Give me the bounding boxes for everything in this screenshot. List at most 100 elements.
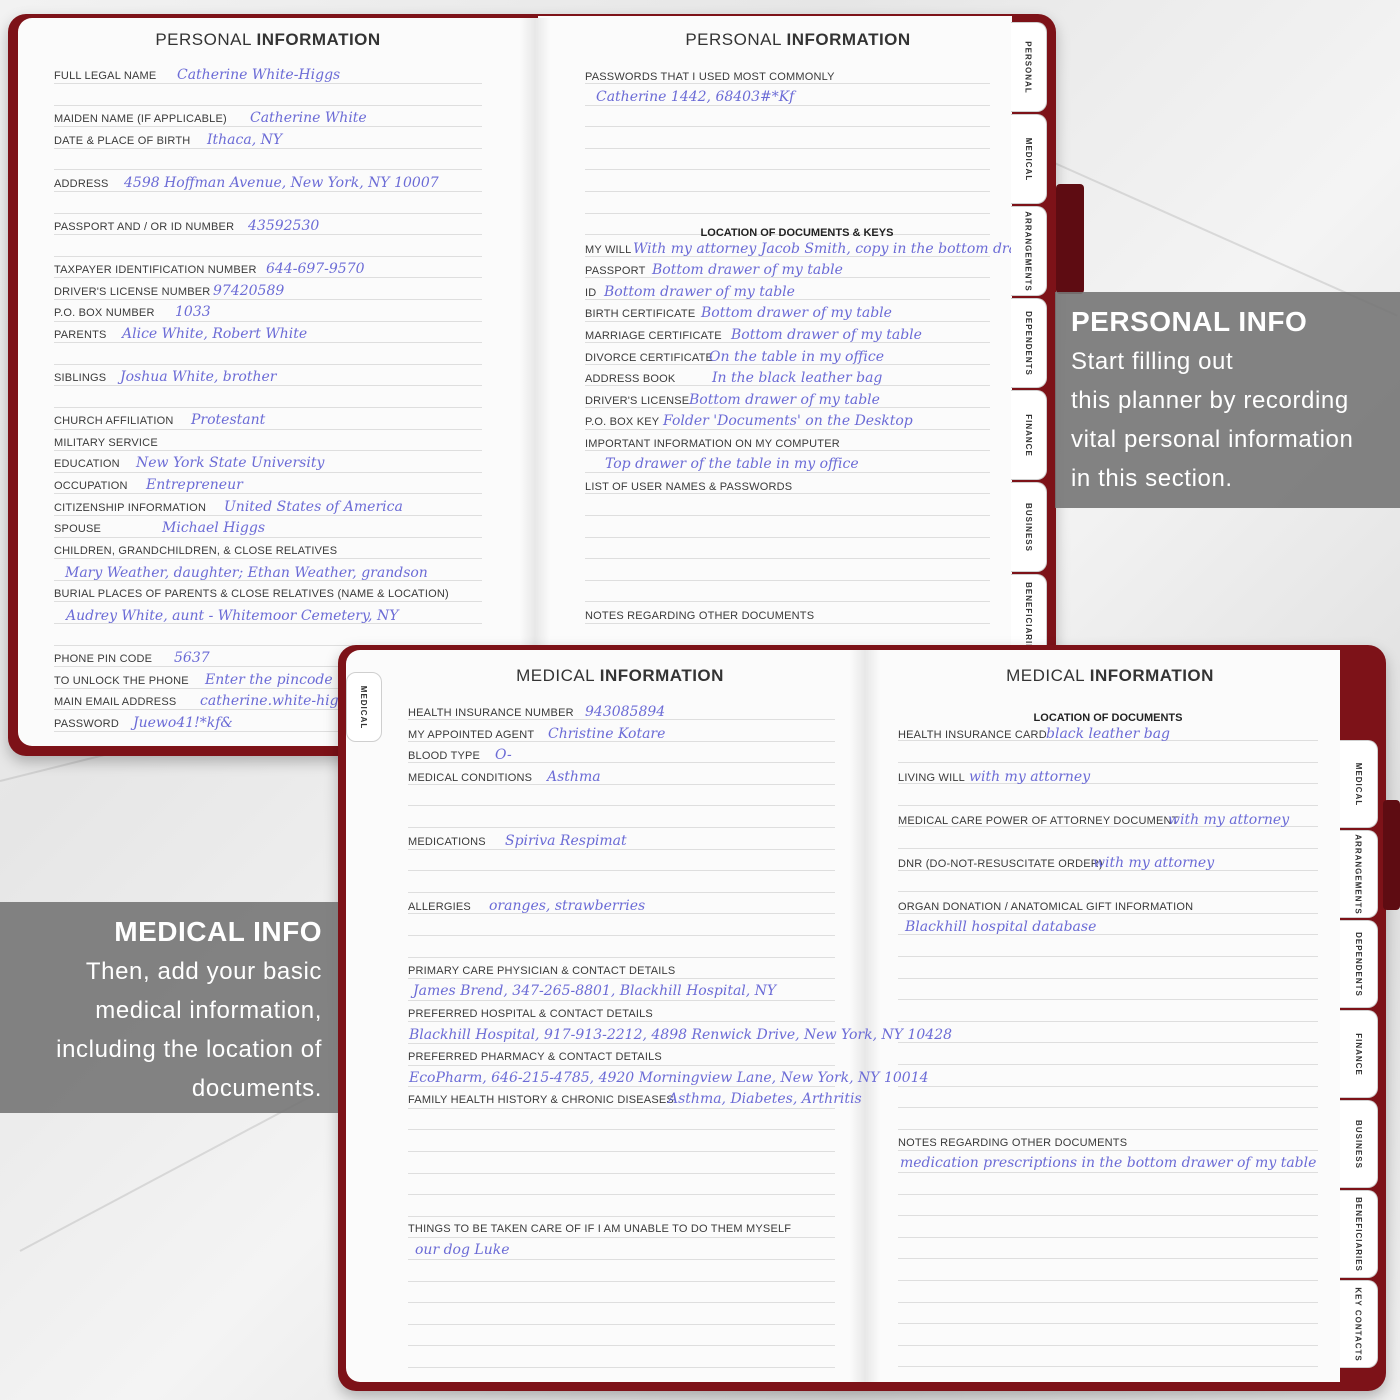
field-value[interactable]: black leather bag	[1046, 726, 1170, 742]
ruled-line	[898, 1237, 1318, 1238]
ruled-line	[408, 1086, 835, 1087]
tab-1[interactable]: ARRANGEMENTS	[1340, 830, 1378, 918]
product-image: PERSONAL INFORMATION FULL LEGAL NAME Cathe…	[0, 0, 1400, 1400]
title-bold: INFORMATION	[599, 666, 724, 685]
ruled-line	[408, 805, 835, 806]
callout-line: including the location of	[56, 1036, 322, 1063]
ruled-line	[408, 957, 835, 958]
field-value[interactable]: Spiriva Respimat	[505, 833, 627, 849]
field-label: BLOOD TYPE	[408, 750, 481, 762]
field-value[interactable]: James Brend, 347-265-8801, Blackhill Hos…	[413, 983, 776, 999]
field-label: PRIMARY CARE PHYSICIAN & CONTACT DETAILS	[408, 965, 676, 977]
ruled-line	[898, 956, 1318, 957]
callout-line: vital personal information	[1071, 426, 1354, 453]
tab-label: BENEFICIARIES	[1354, 1196, 1364, 1272]
tab-4[interactable]: BUSINESS	[1340, 1100, 1378, 1188]
field-value[interactable]: medication prescriptions in the bottom d…	[900, 1155, 1316, 1171]
ruled-line	[408, 762, 835, 763]
ruled-line	[898, 1345, 1318, 1346]
field-value[interactable]: 943085894	[585, 704, 665, 720]
field-label: MEDICATIONS	[408, 836, 486, 848]
callout-heading: PERSONAL INFO	[1071, 306, 1308, 337]
ruled-line	[408, 978, 835, 979]
ruled-line	[898, 805, 1318, 806]
field-label: PREFERRED HOSPITAL & CONTACT DETAILS	[408, 1008, 653, 1020]
tab-5[interactable]: BENEFICIARIES	[1340, 1190, 1378, 1278]
callout-line: documents.	[191, 1075, 322, 1102]
ruled-line	[898, 1302, 1318, 1303]
ruled-line	[408, 827, 835, 828]
ruled-line	[898, 891, 1318, 892]
tab-medical-left[interactable]: MEDICAL	[346, 672, 382, 742]
callout-line: Start filling out	[1071, 348, 1234, 375]
field-label: HEALTH INSURANCE CARD	[898, 729, 1047, 741]
field-value[interactable]: Blackhill hospital database	[905, 919, 1096, 935]
tab-2[interactable]: DEPENDENTS	[1340, 920, 1378, 1008]
ruled-line	[898, 1172, 1318, 1173]
title-light: MEDICAL	[1006, 666, 1085, 685]
ruled-line	[408, 1281, 835, 1282]
tab-label: ARRANGEMENTS	[1354, 833, 1364, 915]
ruled-line	[898, 1086, 1318, 1087]
tab-label: KEY CONTACTS	[1354, 1286, 1363, 1362]
tab-3[interactable]: FINANCE	[1340, 1010, 1378, 1098]
field-label: THINGS TO BE TAKEN CARE OF IF I AM UNABL…	[408, 1223, 792, 1235]
field-value[interactable]: with my attorney	[1168, 812, 1289, 828]
field-label: DNR (DO-NOT-RESUSCITATE ORDER)	[898, 858, 1103, 870]
ruled-line	[408, 784, 835, 785]
ruled-line	[408, 1302, 835, 1303]
ruled-line	[898, 1194, 1318, 1195]
callout-line: Then, add your basic	[85, 958, 322, 985]
ruled-line	[898, 1107, 1318, 1108]
ruled-line	[408, 1367, 835, 1368]
medical-info-callout: MEDICAL INFO Then, add your basic medica…	[0, 902, 338, 1113]
field-value[interactable]: oranges, strawberries	[489, 898, 645, 914]
ruled-line	[898, 1021, 1318, 1022]
field-value[interactable]: with my attorney	[969, 769, 1090, 785]
ruled-line	[898, 1064, 1318, 1065]
title-bold: INFORMATION	[1089, 666, 1214, 685]
field-value[interactable]: O-	[495, 747, 512, 763]
ruled-line	[898, 1323, 1318, 1324]
ruled-line	[408, 892, 835, 893]
ruled-line	[408, 1108, 835, 1109]
field-value[interactable]: Blackhill Hospital, 917-913-2212, 4898 R…	[409, 1027, 952, 1043]
title-light: MEDICAL	[516, 666, 595, 685]
field-value[interactable]: Asthma, Diabetes, Arthritis	[668, 1091, 862, 1107]
field-value[interactable]: our dog Luke	[415, 1242, 509, 1258]
ruled-line	[408, 1151, 835, 1152]
field-label: LIVING WILL	[898, 772, 965, 784]
ruled-line	[408, 1173, 835, 1174]
tab-0[interactable]: MEDICAL	[1340, 740, 1378, 828]
field-label: MY APPOINTED AGENT	[408, 729, 535, 741]
field-label: FAMILY HEALTH HISTORY & CHRONIC DISEASES	[408, 1094, 674, 1106]
ruled-line	[898, 1280, 1318, 1281]
field-label: ORGAN DONATION / ANATOMICAL GIFT INFORMA…	[898, 901, 1194, 913]
field-label: MEDICAL CARE POWER OF ATTORNEY DOCUMENT	[898, 815, 1179, 827]
ruled-line	[898, 1215, 1318, 1216]
ruled-line	[408, 1000, 835, 1001]
field-value[interactable]: Christine Kotare	[548, 726, 665, 742]
tab-6[interactable]: KEY CONTACTS	[1340, 1280, 1378, 1368]
field-value[interactable]: EcoPharm, 646-215-4785, 4920 Morningview…	[409, 1070, 929, 1086]
ruled-line	[898, 848, 1318, 849]
page-title: MEDICAL INFORMATION	[1006, 666, 1214, 686]
ruled-line	[408, 1194, 835, 1195]
ruled-line	[408, 1259, 835, 1260]
field-value[interactable]: with my attorney	[1093, 855, 1214, 871]
callout-heading: MEDICAL INFO	[114, 916, 322, 947]
field-label: PREFERRED PHARMACY & CONTACT DETAILS	[408, 1051, 662, 1063]
ruled-line	[408, 870, 835, 871]
ruled-line	[898, 1042, 1318, 1043]
ruled-line	[408, 849, 835, 850]
ruled-line	[898, 1150, 1318, 1151]
ruled-line	[408, 1237, 835, 1238]
field-label: HEALTH INSURANCE NUMBER	[408, 707, 574, 719]
ruled-line	[408, 1345, 835, 1346]
ruled-line	[898, 1366, 1318, 1367]
field-label: NOTES REGARDING OTHER DOCUMENTS	[898, 1137, 1128, 1149]
ruled-line	[408, 1129, 835, 1130]
ruled-line	[898, 978, 1318, 979]
field-value[interactable]: Asthma	[547, 769, 601, 785]
ruled-line	[898, 913, 1318, 914]
